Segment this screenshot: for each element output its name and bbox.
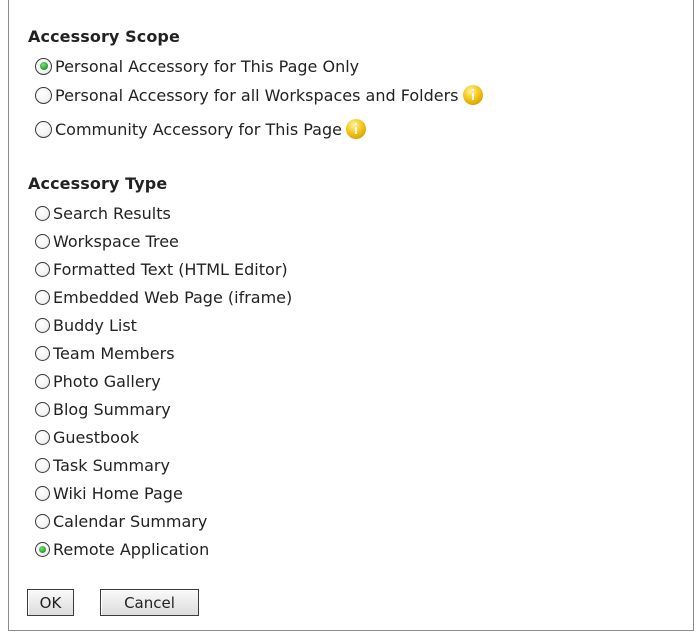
radio-type-formatted-text[interactable] xyxy=(35,261,50,277)
type-option-label: Wiki Home Page xyxy=(53,483,183,503)
radio-type-blog-summary[interactable] xyxy=(35,401,50,417)
radio-scope-community-page[interactable] xyxy=(35,120,52,138)
type-option-label: Photo Gallery xyxy=(53,371,161,391)
radio-type-search-results[interactable] xyxy=(35,205,50,221)
info-icon[interactable] xyxy=(345,119,366,139)
type-option-label: Workspace Tree xyxy=(53,231,179,251)
type-option-embedded-web-page[interactable]: Embedded Web Page (iframe) xyxy=(35,285,292,309)
type-option-search-results[interactable]: Search Results xyxy=(35,201,171,225)
type-option-label: Blog Summary xyxy=(53,399,171,419)
info-icon[interactable] xyxy=(462,85,483,105)
radio-scope-personal-all[interactable] xyxy=(35,86,52,104)
scope-option-personal-page[interactable]: Personal Accessory for This Page Only xyxy=(35,54,359,78)
accessory-type-heading: Accessory Type xyxy=(28,174,168,193)
type-option-label: Calendar Summary xyxy=(53,511,208,531)
radio-type-workspace-tree[interactable] xyxy=(35,233,50,249)
radio-type-embedded-web-page[interactable] xyxy=(35,289,50,305)
type-option-remote-application[interactable]: Remote Application xyxy=(35,537,209,561)
radio-type-task-summary[interactable] xyxy=(35,457,50,473)
type-option-photo-gallery[interactable]: Photo Gallery xyxy=(35,369,161,393)
type-option-team-members[interactable]: Team Members xyxy=(35,341,175,365)
radio-type-guestbook[interactable] xyxy=(35,429,50,445)
scope-option-label: Community Accessory for This Page xyxy=(55,119,342,139)
cancel-button[interactable]: Cancel xyxy=(100,589,199,616)
scope-option-community-page[interactable]: Community Accessory for This Page xyxy=(35,117,366,141)
type-option-task-summary[interactable]: Task Summary xyxy=(35,453,170,477)
type-option-label: Formatted Text (HTML Editor) xyxy=(53,259,288,279)
type-option-label: Task Summary xyxy=(53,455,170,475)
type-option-guestbook[interactable]: Guestbook xyxy=(35,425,139,449)
type-option-wiki-home-page[interactable]: Wiki Home Page xyxy=(35,481,183,505)
scope-option-personal-all[interactable]: Personal Accessory for all Workspaces an… xyxy=(35,83,483,107)
type-option-label: Team Members xyxy=(53,343,175,363)
type-option-label: Buddy List xyxy=(53,315,137,335)
type-option-label: Embedded Web Page (iframe) xyxy=(53,287,293,307)
radio-type-calendar-summary[interactable] xyxy=(35,513,50,529)
accessory-dialog: Accessory Scope Personal Accessory for T… xyxy=(8,0,694,631)
type-option-formatted-text[interactable]: Formatted Text (HTML Editor) xyxy=(35,257,288,281)
type-option-label: Guestbook xyxy=(53,427,139,447)
ok-button[interactable]: OK xyxy=(27,589,74,616)
type-option-buddy-list[interactable]: Buddy List xyxy=(35,313,137,337)
accessory-scope-heading: Accessory Scope xyxy=(28,27,180,46)
radio-type-buddy-list[interactable] xyxy=(35,317,50,333)
type-option-label: Remote Application xyxy=(53,539,210,559)
type-option-label: Search Results xyxy=(53,203,171,223)
radio-type-photo-gallery[interactable] xyxy=(35,373,50,389)
type-option-blog-summary[interactable]: Blog Summary xyxy=(35,397,171,421)
radio-type-team-members[interactable] xyxy=(35,345,50,361)
radio-type-wiki-home-page[interactable] xyxy=(35,485,50,501)
type-option-calendar-summary[interactable]: Calendar Summary xyxy=(35,509,207,533)
scope-option-label: Personal Accessory for This Page Only xyxy=(55,56,360,76)
radio-scope-personal-page[interactable] xyxy=(35,57,52,75)
radio-type-remote-application[interactable] xyxy=(35,541,50,557)
type-option-workspace-tree[interactable]: Workspace Tree xyxy=(35,229,179,253)
scope-option-label: Personal Accessory for all Workspaces an… xyxy=(55,85,459,105)
